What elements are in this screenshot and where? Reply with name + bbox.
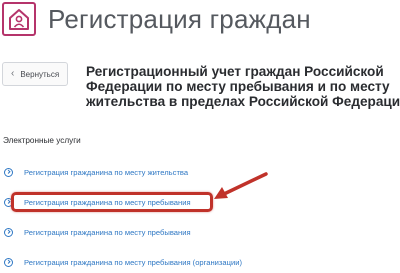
service-link-residence[interactable]: Регистрация гражданина по месту жительст… [4,164,188,180]
highlight-box [11,192,213,212]
house-person-icon[interactable] [2,2,36,36]
chevron-right-circle-icon [4,167,13,177]
back-button[interactable]: ‹ Вернуться [2,62,68,86]
service-heading: Регистрационный учет граждан Российской … [86,64,400,109]
section-title: Электронные услуги [3,136,81,145]
service-link-label: Регистрация гражданина по месту пребыван… [24,227,191,237]
chevron-left-icon: ‹ [11,68,15,79]
service-link-label: Регистрация гражданина по месту пребыван… [24,257,242,267]
back-button-label: Вернуться [20,69,60,79]
service-link-label: Регистрация гражданина по месту жительст… [24,167,189,177]
service-link-stay-organizations[interactable]: Регистрация гражданина по месту пребыван… [4,254,242,270]
page-title: Регистрация граждан [48,4,311,34]
chevron-right-circle-icon [4,257,13,267]
app-header: Регистрация граждан [0,0,400,40]
service-link-stay-2[interactable]: Регистрация гражданина по месту пребыван… [4,224,191,240]
red-arrow-icon [214,172,268,199]
chevron-right-circle-icon [4,227,13,237]
